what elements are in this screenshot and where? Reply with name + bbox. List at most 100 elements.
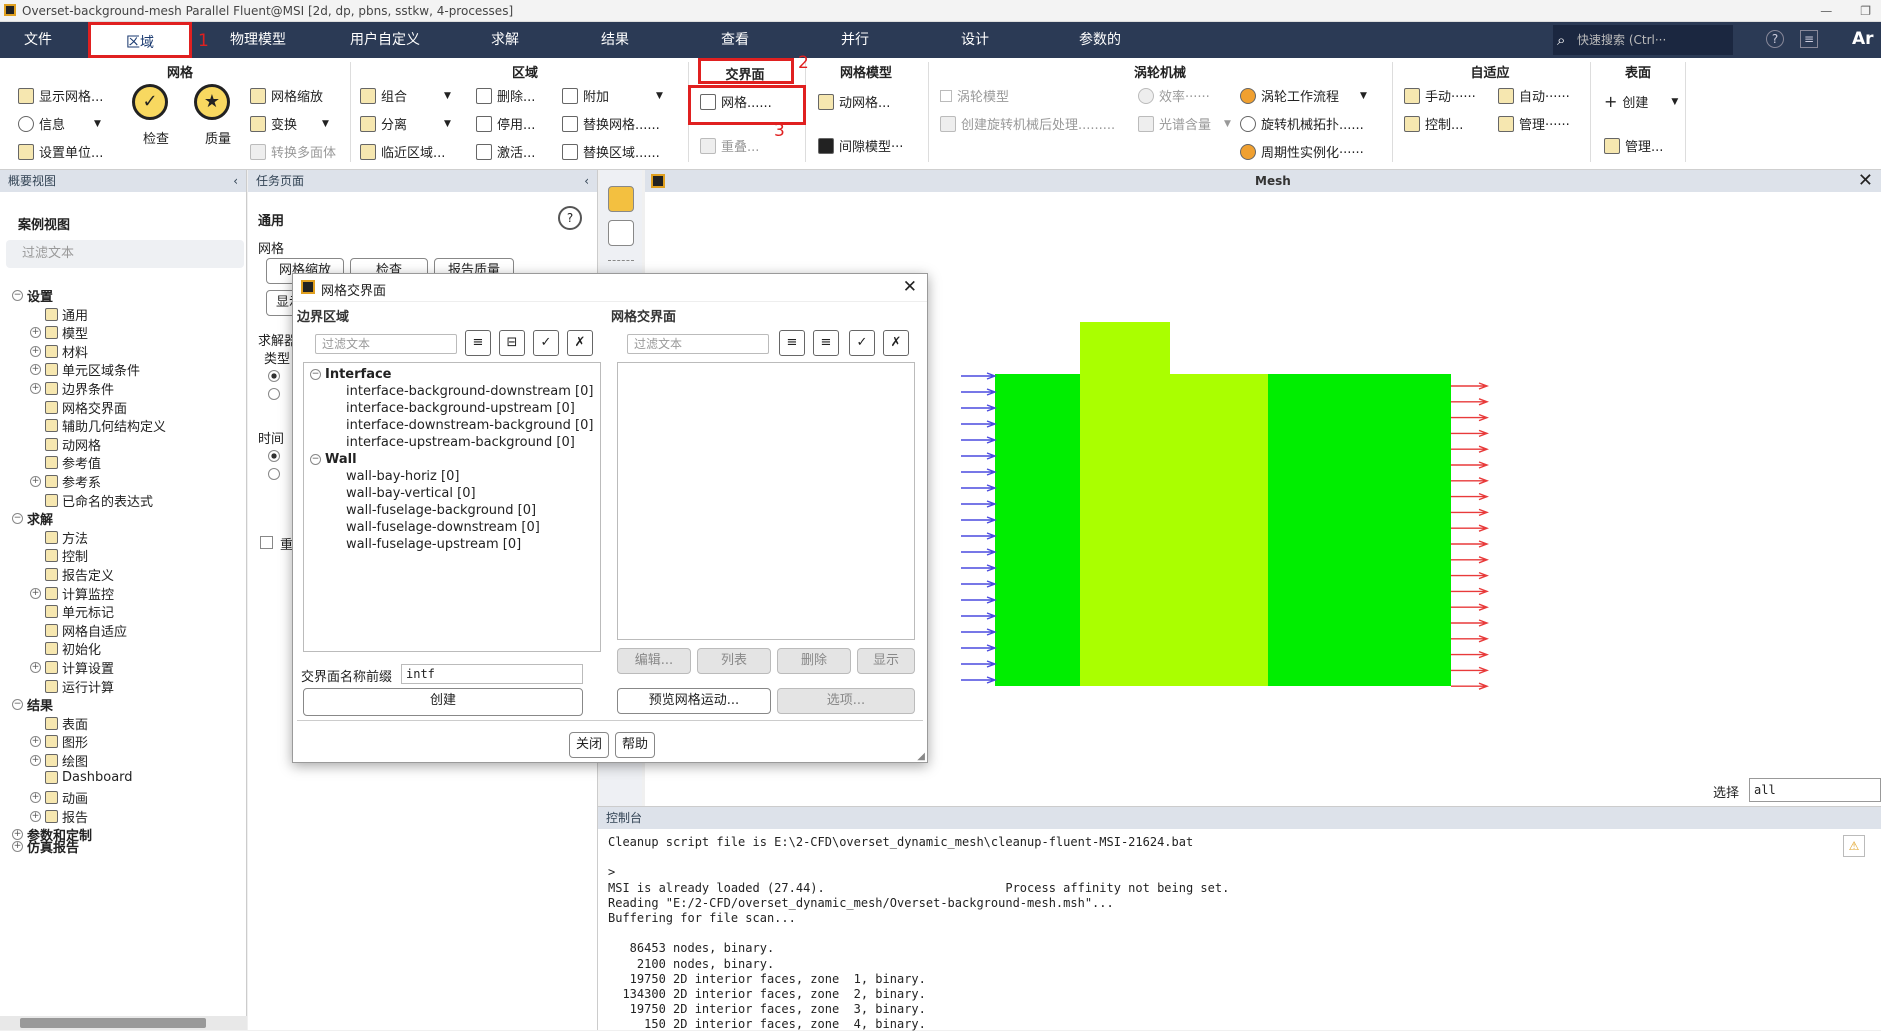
gravity-checkbox[interactable] (260, 536, 273, 549)
adapt-manage-button[interactable]: 管理······ (1498, 114, 1570, 133)
prefix-input[interactable]: intf (401, 664, 583, 684)
fit-icon[interactable] (608, 220, 634, 246)
quality-button[interactable]: ★ 质量 (192, 84, 232, 164)
help-icon[interactable]: ? (558, 206, 582, 230)
boundary-filter-input[interactable]: 过滤文本 (315, 334, 457, 354)
deselect-all-icon[interactable]: ✗ (883, 330, 909, 356)
minimize-icon[interactable]: — (1820, 0, 1832, 22)
scrollbar-thumb[interactable] (20, 1018, 206, 1028)
expand-icon[interactable]: + (12, 841, 23, 853)
expand-icon[interactable]: + (30, 810, 41, 822)
interface-filter-input[interactable]: 过滤文本 (627, 334, 769, 354)
expand-icon[interactable]: + (30, 476, 41, 487)
expand-icon[interactable]: + (30, 383, 41, 394)
options-button[interactable]: 选项... (777, 688, 915, 714)
filter-options-icon[interactable]: ⊟ (499, 330, 525, 356)
create-button[interactable]: 创建 (303, 688, 583, 716)
expand-icon[interactable]: + (30, 662, 41, 673)
tree-item-results[interactable]: − 结果 (12, 695, 53, 714)
mesh-scale-button[interactable]: 网格缩放 (250, 86, 323, 105)
tree-item-mesh-interfaces[interactable]: 网格交界面 (30, 398, 127, 417)
adapt-manual-button[interactable]: 手动······ (1404, 86, 1476, 105)
surface-create-button[interactable]: + 创建 ▼ (1604, 92, 1678, 111)
expand-icon[interactable]: − (12, 513, 23, 525)
help-button[interactable]: 帮助 (615, 732, 655, 758)
menu-solution[interactable]: 求解 (470, 22, 540, 58)
mesh-info-button[interactable]: 信息 ▼ (18, 114, 101, 133)
tree-item-calc-act[interactable]: + 计算设置 (30, 658, 114, 677)
filter-select-icon[interactable]: ≡ (465, 330, 491, 356)
warning-icon[interactable]: ⚠ (1843, 835, 1865, 857)
tree-item-aux-geom[interactable]: 辅助几何结构定义 (30, 416, 166, 435)
append-button[interactable]: 附加 ▼ (562, 86, 663, 105)
menu-parallel[interactable]: 并行 (820, 22, 890, 58)
set-units-button[interactable]: 设置单位... (18, 142, 103, 161)
adapt-control-button[interactable]: 控制... (1404, 114, 1463, 133)
tree-item-materials[interactable]: + 材料 (30, 342, 88, 361)
replace-mesh-button[interactable]: 替换网格...... (562, 114, 660, 133)
efficiency-button[interactable]: 效率······ (1138, 86, 1210, 105)
tree-item-ref-frames[interactable]: + 参考系 (30, 472, 101, 491)
tree-item-cell-marks[interactable]: 单元标记 (30, 602, 114, 621)
collapse-icon[interactable]: − (310, 454, 321, 465)
dynamic-mesh-button[interactable]: 动网格... (818, 92, 890, 111)
group-interface[interactable]: − Interface (310, 367, 392, 382)
surface-manage-button[interactable]: 管理... (1604, 136, 1663, 155)
help-icon[interactable]: ? (1766, 30, 1784, 48)
turbo-post-button[interactable]: 创建旋转机械后处理......... (940, 114, 1115, 133)
close-button[interactable]: 关闭 (569, 732, 609, 758)
group-wall[interactable]: − Wall (310, 452, 357, 467)
tree-item-graphics[interactable]: + 图形 (30, 732, 88, 751)
tree-item-named-expr[interactable]: 已命名的表达式 (30, 491, 153, 510)
transform-button[interactable]: 变换 ▼ (250, 114, 329, 133)
tree-item-monitors[interactable]: + 计算监控 (30, 584, 114, 603)
edit-button[interactable]: 编辑... (617, 648, 691, 674)
collapse-icon[interactable]: ‹ (233, 170, 238, 192)
tree-item-setup[interactable]: − 设置 (12, 286, 53, 305)
select-all-icon[interactable]: ✓ (533, 330, 559, 356)
tree-item-sim-report[interactable]: + 仿真报告 (12, 837, 79, 856)
replace-zone-button[interactable]: 替换区域...... (562, 142, 660, 161)
mesh-interfaces-dialog[interactable]: 网格交界面 ✕ 边界区域 网格交界面 过滤文本 ≡ ⊟ ✓ ✗ − Interfa… (292, 273, 928, 763)
outline-scrollbar[interactable] (0, 1016, 247, 1030)
display-button[interactable]: 显示 (857, 648, 915, 674)
delete-button[interactable]: 删除 (777, 648, 851, 674)
tree-item-models[interactable]: + 模型 (30, 323, 88, 342)
tree-item-adaption[interactable]: 网格自适应 (30, 621, 127, 640)
gap-model-button[interactable]: 间隙模型··· (818, 136, 903, 155)
tree-item-report-defs[interactable]: 报告定义 (30, 565, 114, 584)
menu-parameters[interactable]: 参数的 (1060, 22, 1140, 58)
display-mesh-button[interactable]: 显示网格... (18, 86, 103, 105)
deselect-all-icon[interactable]: ✗ (567, 330, 593, 356)
expand-icon[interactable]: + (30, 364, 41, 376)
expand-icon[interactable]: + (30, 327, 41, 339)
resize-grip-icon[interactable]: ◢ (917, 751, 925, 762)
activate-button[interactable]: 激活... (476, 142, 535, 161)
zone-list-item[interactable]: interface-upstream-background [0] (346, 435, 575, 450)
filter-options-icon[interactable]: ≡ (813, 330, 839, 356)
convert-polyhedra-button[interactable]: 转换多面体 (250, 142, 336, 161)
deactivate-button[interactable]: 停用... (476, 114, 535, 133)
tree-item-general[interactable]: 通用 (30, 305, 88, 324)
view-icon[interactable] (608, 186, 634, 212)
expand-icon[interactable]: + (30, 345, 41, 357)
collapse-icon[interactable]: − (310, 369, 321, 380)
close-graphics-icon[interactable]: ✕ (1858, 170, 1873, 191)
zone-delete-button[interactable]: 删除... (476, 86, 535, 105)
overlap-button[interactable]: 重叠... (700, 136, 759, 155)
zone-list-item[interactable]: wall-bay-horiz [0] (346, 469, 459, 484)
tree-item-methods[interactable]: 方法 (30, 528, 88, 547)
periodic-instancing-button[interactable]: 周期性实例化······ (1240, 142, 1364, 161)
tree-item-animations[interactable]: + 动画 (30, 788, 88, 807)
zone-list-item[interactable]: interface-background-upstream [0] (346, 401, 575, 416)
zone-list-item[interactable]: interface-downstream-background [0] (346, 418, 593, 433)
expand-icon[interactable]: + (30, 587, 41, 599)
tree-item-reports[interactable]: + 报告 (30, 807, 88, 826)
turbo-topology-button[interactable]: 旋转机械拓扑...... (1240, 114, 1364, 133)
zone-list-item[interactable]: interface-background-downstream [0] (346, 384, 593, 399)
turbo-workflow-button[interactable]: 涡轮工作流程 ▼ (1240, 86, 1367, 105)
menu-view[interactable]: 查看 (700, 22, 770, 58)
close-dialog-icon[interactable]: ✕ (903, 277, 917, 297)
turbo-model-checkbox[interactable]: 涡轮模型 (940, 86, 1009, 105)
adjacency-button[interactable]: 临近区域... (360, 142, 445, 161)
